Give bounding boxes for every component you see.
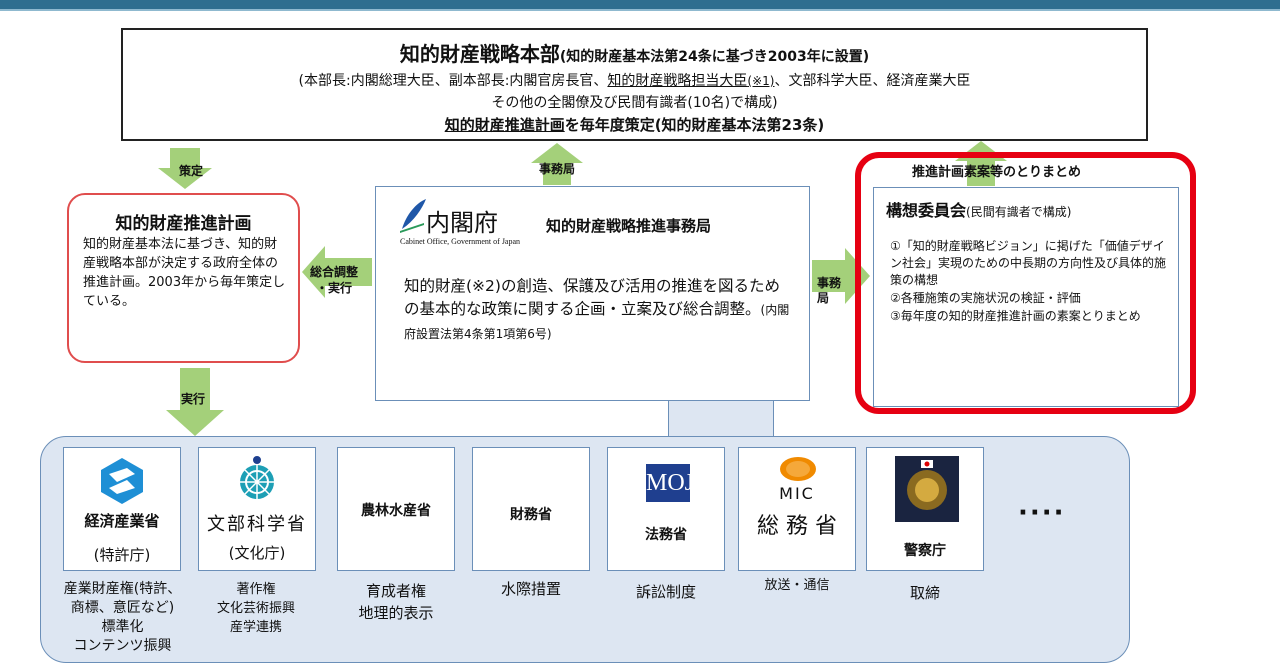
ministry-name: 農林水産省	[361, 503, 431, 519]
committee-duties: ①「知的財産戦略ビジョン」に掲げた「価値デザイン社会」実現のための中長期の方向性…	[890, 238, 1174, 326]
ministry-name: 経済産業省	[84, 512, 160, 530]
ministry-sub: (文化庁)	[228, 544, 286, 562]
ministry-moj: MOJ 法務省	[607, 447, 725, 571]
plan-description: 知的財産基本法に基づき、知的財産戦略本部が決定する政府全体の推進計画。2003年…	[83, 237, 286, 309]
mext-logo-icon	[240, 456, 274, 499]
committee-duty-item: ①「知的財産戦略ビジョン」に掲げた「価値デザイン社会」実現のための中長期の方向性…	[890, 239, 1167, 287]
ip-promotion-plan-box: 知的財産推進計画 知的財産基本法に基づき、知的財産戦略本部が決定する政府全体の推…	[67, 193, 300, 363]
ministry-mext: 文部科学省 (文化庁)	[198, 447, 316, 571]
label-sogo: 総合調整 ・実行	[310, 265, 359, 295]
ministry-desc-moj: 訴訟制度	[635, 583, 696, 601]
ministry-sub: (特許庁)	[93, 546, 151, 564]
ministry-desc-maff: 育成者権 地理的表示	[358, 582, 434, 622]
label-jimukyoku-up: 事務局	[539, 162, 576, 176]
cabinet-office-logo-text: 内閣府	[426, 209, 498, 237]
ministry-npa: 警察庁	[866, 447, 984, 571]
ministry-mic: MIC 総 務 省	[738, 447, 856, 571]
ministry-sub: MIC	[779, 484, 815, 503]
meti-logo-icon	[101, 458, 143, 504]
label-jikko: 実行	[181, 392, 206, 406]
vision-committee-box: 構想委員会(民間有識者で構成) ①「知的財産戦略ビジョン」に掲げた「価値デザイン…	[873, 187, 1179, 407]
ministry-name: 文部科学省	[207, 514, 307, 535]
ministry-name: 財務省	[510, 507, 552, 523]
ministry-desc-mic: 放送・通信	[764, 578, 830, 593]
label-jimukyoku-right: 事務局	[817, 276, 842, 305]
secretariat-name: 知的財産戦略推進事務局	[546, 217, 712, 235]
ministry-meti: 経済産業省 (特許庁)	[63, 447, 181, 571]
ministry-maff: 農林水産省	[337, 447, 455, 571]
committee-title: 構想委員会(民間有識者で構成)	[886, 201, 1072, 220]
ministry-desc-mof: 水際措置	[500, 580, 561, 598]
more-ministries-ellipsis: ····	[1018, 498, 1066, 528]
ministry-name: 法務省	[645, 527, 687, 543]
ministry-desc-meti: 産業財産権(特許、 商標、意匠など) 標準化 コンテンツ振興	[63, 581, 182, 654]
ministry-name: 総 務 省	[757, 514, 837, 539]
ministry-name: 警察庁	[904, 543, 946, 559]
committee-duty-item: ②各種施策の実施状況の検証・評価	[890, 291, 1081, 305]
label-sakutei: 策定	[179, 164, 204, 178]
ministries-connector	[668, 401, 774, 437]
secretariat-box: 内閣府 Cabinet Office, Government of Japan …	[375, 186, 810, 401]
cabinet-office-logo-icon	[400, 199, 426, 233]
secretariat-description: 知的財産(※2)の創造、保護及び活用の推進を図るための基本的な政策に関する企画・…	[404, 277, 790, 341]
cabinet-office-logo-sub: Cabinet Office, Government of Japan	[400, 237, 521, 246]
plan-title: 知的財産推進計画	[115, 214, 252, 234]
ministry-mof: 財務省	[472, 447, 590, 571]
ministry-desc-npa: 取締	[909, 584, 940, 602]
moj-logo-icon: MOJ	[646, 464, 694, 502]
mic-logo-icon	[780, 457, 816, 481]
npa-emblem-icon	[895, 456, 959, 522]
ministry-desc-mext: 著作権 文化芸術振興 産学連携	[216, 582, 295, 635]
committee-duty-item: ③毎年度の知的財産推進計画の素案とりまとめ	[890, 309, 1141, 323]
